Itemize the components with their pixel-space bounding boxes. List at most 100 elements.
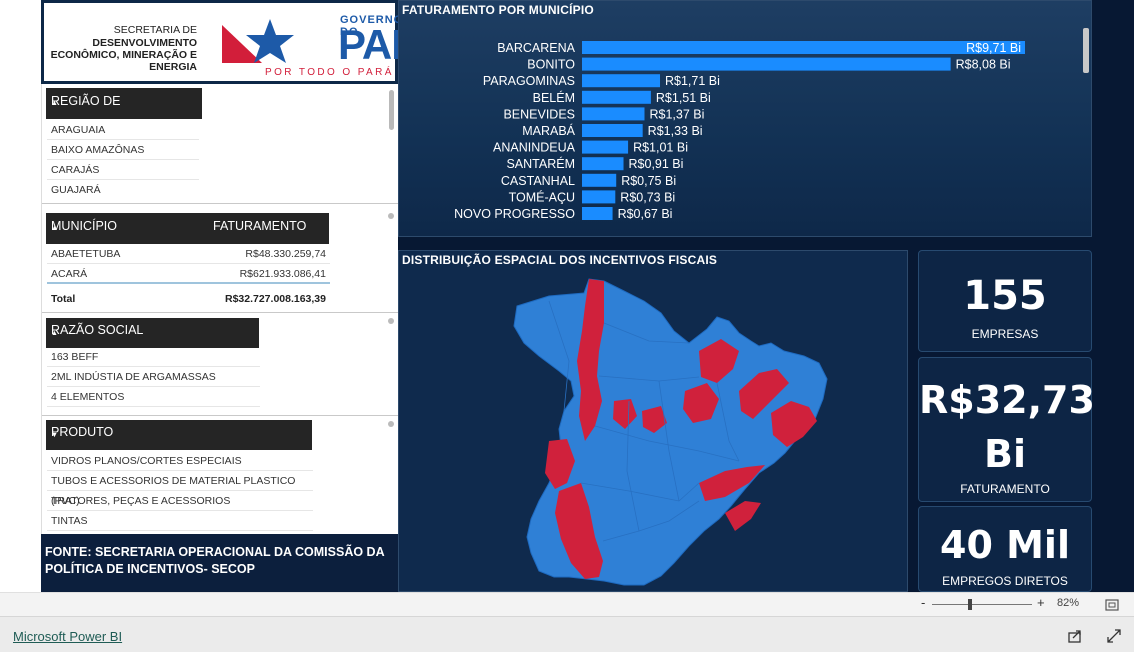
table-row[interactable]: ACARÁ R$621.933.086,41: [47, 264, 330, 284]
category-label: ANANINDEUA: [493, 141, 576, 155]
bar[interactable]: [582, 207, 613, 220]
sort-up-icon[interactable]: ▲: [51, 322, 58, 346]
kpi-empresas-label: EMPRESAS: [971, 327, 1039, 341]
bar[interactable]: [582, 74, 661, 88]
faturamento-chart-panel: FATURAMENTO POR MUNICÍPIO BARCARENA R$9,7…: [398, 0, 1092, 237]
bar[interactable]: [582, 90, 651, 104]
razao-social-slicer: RAZÃO SOCIAL ▲ 163 BEFF 2ML INDÚSTIA DE …: [42, 313, 399, 416]
category-label: PARAGOMINAS: [483, 74, 575, 88]
report-canvas: SECRETARIA DE DESENVOLVIMENTO ECONÔMICO,…: [0, 0, 1134, 652]
municipio-table: MUNICÍPIO FATURAMENTO ▲ ABAETETUBA R$48.…: [42, 204, 399, 313]
zoom-bar: - + 82%: [0, 592, 1134, 616]
table-total-row: Total R$32.727.008.163,39: [47, 289, 330, 309]
share-icon[interactable]: [1067, 628, 1083, 644]
scrollbar[interactable]: [1083, 28, 1089, 73]
more-options-icon[interactable]: [388, 318, 394, 324]
logo-secretaria-line: SECRETARIA DE: [113, 24, 197, 36]
table-cell-municipio: ABAETETUBA: [51, 248, 121, 260]
table-cell-faturamento: R$621.933.086,41: [239, 268, 326, 280]
bar[interactable]: [582, 140, 629, 154]
data-label: R$1,33 Bi: [648, 124, 703, 138]
razao-social-slicer-header[interactable]: RAZÃO SOCIAL ▲: [46, 318, 259, 348]
table-row[interactable]: ABAETETUBA R$48.330.259,74: [47, 244, 330, 264]
zoom-in-button[interactable]: +: [1037, 595, 1045, 610]
kpi-empresas-value: 155: [963, 273, 1047, 319]
data-label: R$0,73 Bi: [620, 190, 675, 204]
zoom-level: 82%: [1057, 597, 1080, 609]
fit-to-page-icon[interactable]: [1105, 599, 1119, 611]
list-item[interactable]: ARAGUAIA: [47, 120, 199, 140]
zoom-out-button[interactable]: -: [921, 595, 925, 610]
kpi-faturamento-unit: Bi: [984, 432, 1026, 476]
razao-social-slicer-title: RAZÃO SOCIAL: [51, 323, 144, 337]
logo-panel: SECRETARIA DE DESENVOLVIMENTO ECONÔMICO,…: [41, 0, 451, 84]
table-cell-municipio: ACARÁ: [51, 268, 88, 280]
municipio-column-header[interactable]: MUNICÍPIO: [51, 219, 117, 233]
bar[interactable]: [582, 157, 624, 171]
bar[interactable]: [582, 124, 643, 137]
kpi-faturamento-card: R$32,73 Bi FATURAMENTO: [918, 357, 1095, 502]
faturamento-column-header[interactable]: FATURAMENTO: [213, 213, 306, 239]
list-item[interactable]: 163 BEFF: [47, 347, 260, 367]
kpi-empregos-label: EMPREGOS DIRETOS: [942, 574, 1068, 588]
bar[interactable]: [582, 173, 617, 187]
category-label: CASTANHAL: [501, 174, 575, 188]
bar[interactable]: [582, 41, 1025, 54]
data-label: R$1,37 Bi: [650, 107, 705, 121]
kpi-faturamento-label: FATURAMENTO: [960, 482, 1050, 496]
municipio-table-header[interactable]: MUNICÍPIO FATURAMENTO ▲: [46, 213, 329, 244]
list-item[interactable]: TUBOS E ACESSORIOS DE MATERIAL PLASTICO …: [47, 471, 313, 507]
list-item[interactable]: 4 ELEMENTOS: [47, 387, 260, 407]
sort-up-icon[interactable]: ▲: [51, 91, 58, 117]
powerbi-link[interactable]: Microsoft Power BI: [13, 629, 122, 644]
list-item[interactable]: 2ML INDÚSTIA DE ARGAMASSAS: [47, 367, 260, 387]
bar[interactable]: [582, 57, 951, 71]
para-map[interactable]: [399, 251, 909, 593]
produto-slicer-header[interactable]: PRODUTO ▼: [46, 420, 312, 450]
para-star-icon: [222, 19, 294, 63]
map-panel: DISTRIBUIÇÃO ESPACIAL DOS INCENTIVOS FIS…: [398, 250, 908, 592]
data-label: R$1,01 Bi: [633, 141, 688, 155]
data-label: R$9,71 Bi: [966, 41, 1021, 55]
category-label: SANTARÉM: [506, 156, 575, 171]
total-label: Total: [51, 293, 76, 305]
list-item[interactable]: CARAJÁS: [47, 160, 199, 180]
data-label: R$1,71 Bi: [665, 74, 720, 88]
logo-secretaria-line: ENERGIA: [149, 61, 197, 73]
fullscreen-icon[interactable]: [1106, 628, 1122, 644]
bar[interactable]: [582, 107, 645, 121]
list-item[interactable]: TINTAS: [47, 511, 313, 531]
total-value: R$32.727.008.163,39: [224, 293, 326, 305]
kpi-empresas-card: 155 EMPRESAS: [918, 250, 1092, 352]
produto-slicer: PRODUTO ▼ VIDROS PLANOS/CORTES ESPECIAIS…: [42, 416, 399, 534]
category-label: NOVO PROGRESSO: [454, 207, 575, 221]
data-label: R$1,51 Bi: [656, 91, 711, 105]
more-options-icon[interactable]: [388, 213, 394, 219]
municipality-regions[interactable]: [513, 278, 828, 586]
filter-sidebar: REGIÃO DE INTEGRAÇÃO ▲ ARAGUAIA BAIXO AM…: [41, 84, 399, 534]
sort-down-icon[interactable]: ▼: [51, 424, 58, 448]
powerbi-footer: Microsoft Power BI: [0, 616, 1134, 652]
more-options-icon[interactable]: [388, 421, 394, 427]
source-note: FONTE: SECRETARIA OPERACIONAL DA COMISSÃ…: [41, 534, 398, 592]
data-label: R$0,91 Bi: [629, 157, 684, 171]
logo-slogan: POR TODO O PARÁ: [265, 67, 394, 78]
regiao-slicer: REGIÃO DE INTEGRAÇÃO ▲ ARAGUAIA BAIXO AM…: [42, 84, 399, 204]
logo-secretaria-line: ECONÔMICO, MINERAÇÃO E: [50, 49, 197, 61]
sort-up-icon[interactable]: ▲: [51, 216, 58, 242]
list-item[interactable]: BAIXO AMAZÔNAS: [47, 140, 199, 160]
zoom-slider-handle[interactable]: [968, 599, 972, 610]
zoom-slider-track[interactable]: [932, 604, 1032, 605]
kpi-empregos-value: 40 Mil: [940, 523, 1070, 567]
table-cell-faturamento: R$48.330.259,74: [245, 248, 326, 260]
list-item[interactable]: VIDROS PLANOS/CORTES ESPECIAIS: [47, 451, 313, 471]
data-label: R$0,75 Bi: [621, 174, 676, 188]
data-label: R$8,08 Bi: [956, 58, 1011, 72]
list-item[interactable]: GUAJARÁ: [47, 180, 199, 198]
logo: SECRETARIA DE DESENVOLVIMENTO ECONÔMICO,…: [44, 3, 451, 81]
regiao-slicer-header[interactable]: REGIÃO DE INTEGRAÇÃO ▲: [46, 88, 202, 134]
scrollbar[interactable]: [389, 90, 394, 130]
list-item[interactable]: TRATORES, PEÇAS E ACESSORIOS: [47, 491, 313, 511]
category-label: BELÉM: [533, 90, 575, 105]
bar[interactable]: [582, 190, 616, 204]
